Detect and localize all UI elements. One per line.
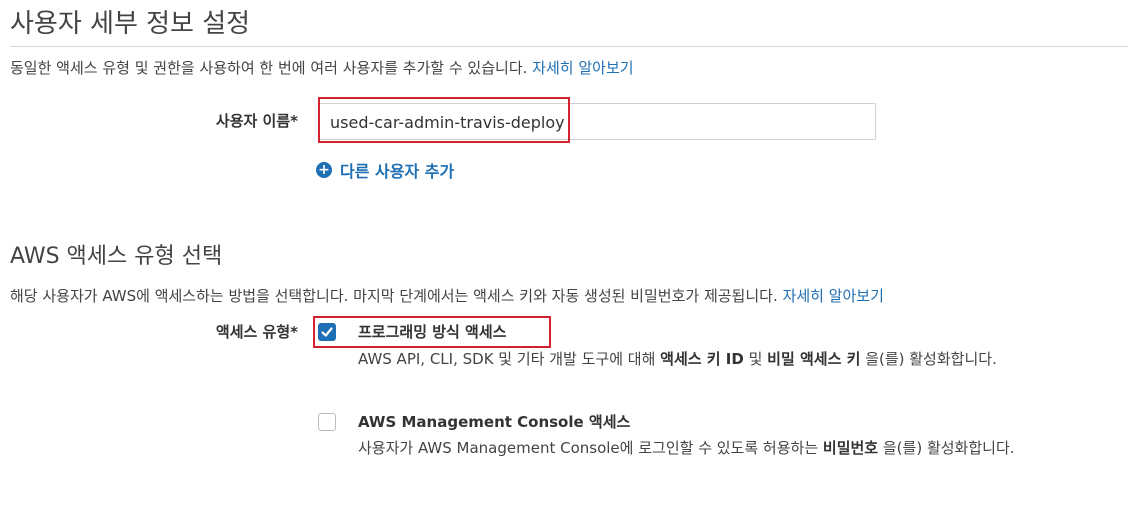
opt2-desc-bold1: 비밀번호 [822, 439, 879, 457]
page-title: 사용자 세부 정보 설정 [10, 9, 251, 39]
details-description: 동일한 액세스 유형 및 권한을 사용하여 한 번에 여러 사용자를 추가할 수… [10, 57, 634, 78]
checkmark-icon [321, 327, 333, 337]
programmatic-access-checkbox[interactable] [318, 323, 336, 341]
username-highlight [318, 97, 570, 143]
learn-more-link[interactable]: 자세히 알아보기 [532, 59, 633, 77]
programmatic-access-title: 프로그래밍 방식 액세스 [358, 323, 507, 341]
programmatic-access-description: AWS API, CLI, SDK 및 기타 개발 도구에 대해 액세스 키 I… [358, 347, 1038, 371]
opt1-desc-bold2: 비밀 액세스 키 [767, 350, 861, 368]
divider [10, 46, 1128, 47]
add-user-label: 다른 사용자 추가 [340, 162, 455, 181]
opt1-desc-text2: 및 [743, 350, 768, 368]
access-type-title: AWS 액세스 유형 선택 [10, 244, 223, 269]
add-another-user-link[interactable]: + 다른 사용자 추가 [316, 158, 454, 182]
console-access-description: 사용자가 AWS Management Console에 로그인할 수 있도록 … [358, 436, 1038, 460]
plus-circle-icon: + [316, 162, 332, 178]
username-label: 사용자 이름* [215, 112, 298, 130]
access-description: 해당 사용자가 AWS에 액세스하는 방법을 선택합니다. 마지막 단계에서는 … [10, 285, 884, 306]
opt1-desc-text3: 을(를) 활성화합니다. [860, 350, 997, 368]
opt2-desc-text2: 을(를) 활성화합니다. [878, 439, 1015, 457]
access-type-label: 액세스 유형* [215, 323, 298, 341]
opt2-desc-text1: 사용자가 AWS Management Console에 로그인할 수 있도록 … [358, 439, 823, 457]
details-description-text: 동일한 액세스 유형 및 권한을 사용하여 한 번에 여러 사용자를 추가할 수… [10, 59, 528, 77]
opt1-desc-bold1: 액세스 키 ID [660, 350, 744, 368]
opt1-desc-text1: AWS API, CLI, SDK 및 기타 개발 도구에 대해 [358, 350, 661, 368]
console-access-title: AWS Management Console 액세스 [358, 413, 631, 431]
console-access-checkbox[interactable] [318, 413, 336, 431]
access-learn-more-link[interactable]: 자세히 알아보기 [783, 287, 884, 305]
access-description-text: 해당 사용자가 AWS에 액세스하는 방법을 선택합니다. 마지막 단계에서는 … [10, 287, 778, 305]
